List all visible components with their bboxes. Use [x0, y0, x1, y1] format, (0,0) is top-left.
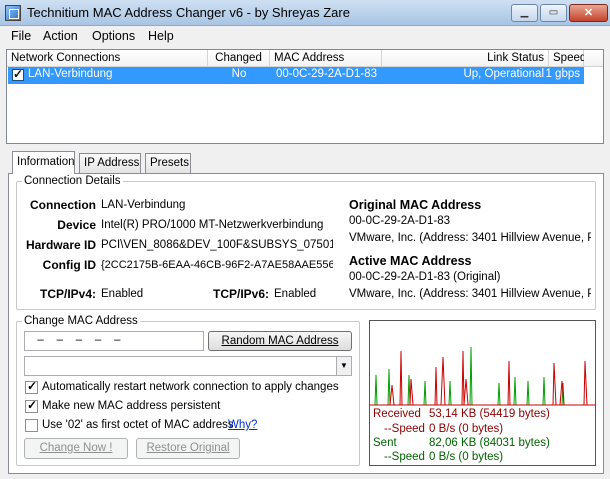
minimize-icon: ▁ [520, 7, 529, 18]
table-row[interactable]: LAN-Verbindung No 00-0C-29-2A-D1-83 Up, … [8, 67, 584, 84]
maximize-icon: ▭ [548, 7, 559, 18]
column-header-changed[interactable]: Changed [208, 50, 270, 67]
tcpv6-value: Enabled [274, 288, 317, 300]
sent-speed-label: --Speed [384, 451, 425, 463]
persistent-mac-label: Make new MAC address persistent [42, 400, 221, 412]
traffic-graph: Received 53,14 KB (54419 bytes) --Speed … [369, 320, 596, 466]
chevron-down-icon[interactable]: ▼ [336, 357, 351, 375]
column-header-status[interactable]: Link Status [382, 50, 549, 67]
persistent-mac-checkbox[interactable] [25, 398, 38, 413]
change-now-label: Change Now ! [39, 442, 113, 454]
active-mac-value: 00-0C-29-2A-D1-83 (Original) [349, 271, 501, 283]
column-header-connection[interactable]: Network Connections [7, 50, 208, 67]
cell-mac: 00-0C-29-2A-D1-83 [276, 68, 377, 80]
cell-speed: 1 gbps [545, 68, 580, 80]
tab-presets[interactable]: Presets [145, 153, 191, 173]
device-value: Intel(R) PRO/1000 MT-Netzwerkverbindung [101, 219, 324, 231]
tcpv4-value: Enabled [101, 288, 144, 300]
original-mac-vendor: VMware, Inc. (Address: 3401 Hillview Ave… [349, 232, 591, 244]
restore-original-button[interactable]: Restore Original [136, 438, 240, 459]
cell-changed: No [231, 68, 247, 80]
use-02-octet-label: Use '02' as first octet of MAC address [42, 419, 234, 431]
tab-information[interactable]: Information [12, 151, 75, 174]
change-mac-label: Change MAC Address [22, 315, 140, 327]
tab-ip-address[interactable]: IP Address [79, 153, 141, 173]
column-header-filler [584, 50, 603, 67]
restore-original-label: Restore Original [146, 442, 230, 454]
menu-action[interactable]: Action [43, 29, 78, 43]
change-now-button[interactable]: Change Now ! [24, 438, 128, 459]
config-id-value: {2CC2175B-6EAA-46CB-96F2-A7AE58AAE556} [101, 259, 333, 271]
hardware-id-value: PCI\VEN_8086&DEV_100F&SUBSYS_075015AD [101, 239, 333, 251]
random-mac-button[interactable]: Random MAC Address [208, 331, 352, 351]
original-mac-value: 00-0C-29-2A-D1-83 [349, 215, 450, 227]
sent-speed-value: 0 B/s (0 bytes) [429, 451, 504, 463]
connections-list[interactable]: Network Connections Changed MAC Address … [6, 49, 604, 144]
received-label: Received [373, 408, 421, 420]
restart-connection-checkbox[interactable] [25, 379, 38, 394]
menu-help[interactable]: Help [148, 29, 174, 43]
minimize-button[interactable]: ▁ [511, 4, 538, 22]
close-button[interactable]: ✕ [569, 4, 608, 22]
cell-connection: LAN-Verbindung [28, 68, 113, 80]
vendor-dropdown[interactable]: ▼ [24, 356, 352, 376]
connection-details-label: Connection Details [22, 175, 123, 187]
maximize-button[interactable]: ▭ [540, 4, 567, 22]
tcpv4-label: TCP/IPv4: [39, 287, 96, 301]
received-speed-value: 0 B/s (0 bytes) [429, 423, 504, 435]
random-mac-label: Random MAC Address [221, 335, 339, 347]
menu-file[interactable]: File [11, 29, 31, 43]
received-speed-label: --Speed [384, 423, 425, 435]
hardware-id-label: Hardware ID [25, 238, 96, 252]
received-value: 53,14 KB (54419 bytes) [429, 408, 550, 420]
close-icon: ✕ [583, 7, 594, 19]
column-header-mac[interactable]: MAC Address [270, 50, 382, 67]
app-icon [5, 5, 21, 21]
tcpv6-label: TCP/IPv6: [212, 287, 269, 301]
connection-label: Connection [30, 198, 96, 212]
cell-status: Up, Operational [463, 68, 544, 80]
received-series-spikes [389, 356, 565, 406]
original-mac-title: Original MAC Address [349, 198, 482, 212]
restart-connection-label: Automatically restart network connection… [42, 381, 339, 393]
sent-value: 82,06 KB (84031 bytes) [429, 437, 550, 449]
mac-address-input[interactable]: – – – – – [24, 331, 204, 351]
window-title: Technitium MAC Address Changer v6 - by S… [27, 5, 350, 20]
active-mac-title: Active MAC Address [349, 254, 472, 268]
config-id-label: Config ID [42, 258, 96, 272]
menu-options[interactable]: Options [92, 29, 135, 43]
why-link[interactable]: Why? [228, 419, 257, 431]
received-series-line [370, 350, 595, 406]
sent-label: Sent [373, 437, 397, 449]
use-02-octet-checkbox[interactable] [25, 419, 38, 432]
device-label: Device [57, 218, 96, 232]
active-mac-vendor: VMware, Inc. (Address: 3401 Hillview Ave… [349, 288, 591, 300]
connection-value: LAN-Verbindung [101, 199, 186, 211]
row-checkbox[interactable] [12, 67, 24, 81]
column-header-speed[interactable]: Speed [549, 50, 586, 67]
sent-series-line [370, 346, 595, 406]
